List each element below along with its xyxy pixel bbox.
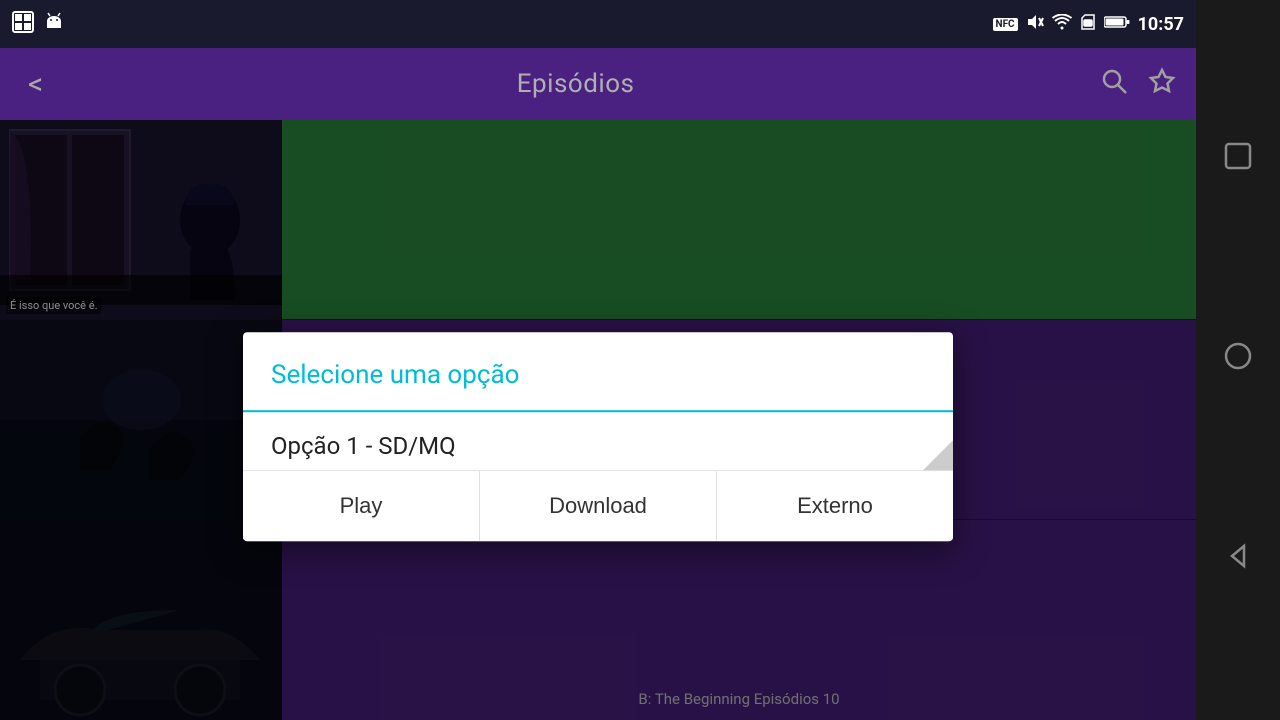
nfc-icon: NFC bbox=[993, 18, 1018, 31]
back-button[interactable]: < bbox=[20, 59, 51, 110]
status-time: 10:57 bbox=[1138, 14, 1184, 35]
favorite-icon[interactable] bbox=[1148, 67, 1176, 102]
top-bar: < Episódios bbox=[0, 48, 1196, 120]
home-icon[interactable] bbox=[1222, 340, 1254, 380]
gallery-icon bbox=[12, 11, 34, 38]
wifi-icon bbox=[1052, 14, 1072, 34]
app-container: NFC bbox=[0, 0, 1196, 720]
download-button[interactable]: Download bbox=[480, 471, 717, 541]
android-icon bbox=[44, 12, 64, 37]
content-area: É isso que você é. bbox=[0, 120, 1196, 720]
dialog-corner-triangle bbox=[923, 440, 953, 470]
play-button[interactable]: Play bbox=[243, 471, 480, 541]
recents-icon[interactable] bbox=[1222, 140, 1254, 180]
back-nav-icon[interactable] bbox=[1222, 540, 1254, 580]
search-icon[interactable] bbox=[1100, 67, 1128, 102]
status-bar-right: NFC bbox=[993, 13, 1184, 35]
status-bar: NFC bbox=[0, 0, 1196, 48]
status-bar-left bbox=[12, 11, 64, 38]
dialog: Selecione uma opção Opção 1 - SD/MQ Play… bbox=[243, 332, 953, 541]
dialog-title-area: Selecione uma opção bbox=[243, 332, 953, 412]
nav-bar bbox=[1196, 0, 1280, 720]
header-icons bbox=[1100, 67, 1176, 102]
dialog-content: Opção 1 - SD/MQ bbox=[243, 412, 953, 470]
battery-icon bbox=[1104, 15, 1130, 33]
mute-icon bbox=[1026, 13, 1044, 35]
external-button[interactable]: Externo bbox=[717, 471, 953, 541]
dialog-option-text: Opção 1 - SD/MQ bbox=[271, 432, 456, 460]
sim-icon bbox=[1080, 13, 1096, 35]
page-title: Episódios bbox=[517, 69, 635, 99]
dialog-buttons: Play Download Externo bbox=[243, 470, 953, 541]
dialog-title: Selecione uma opção bbox=[271, 360, 519, 390]
